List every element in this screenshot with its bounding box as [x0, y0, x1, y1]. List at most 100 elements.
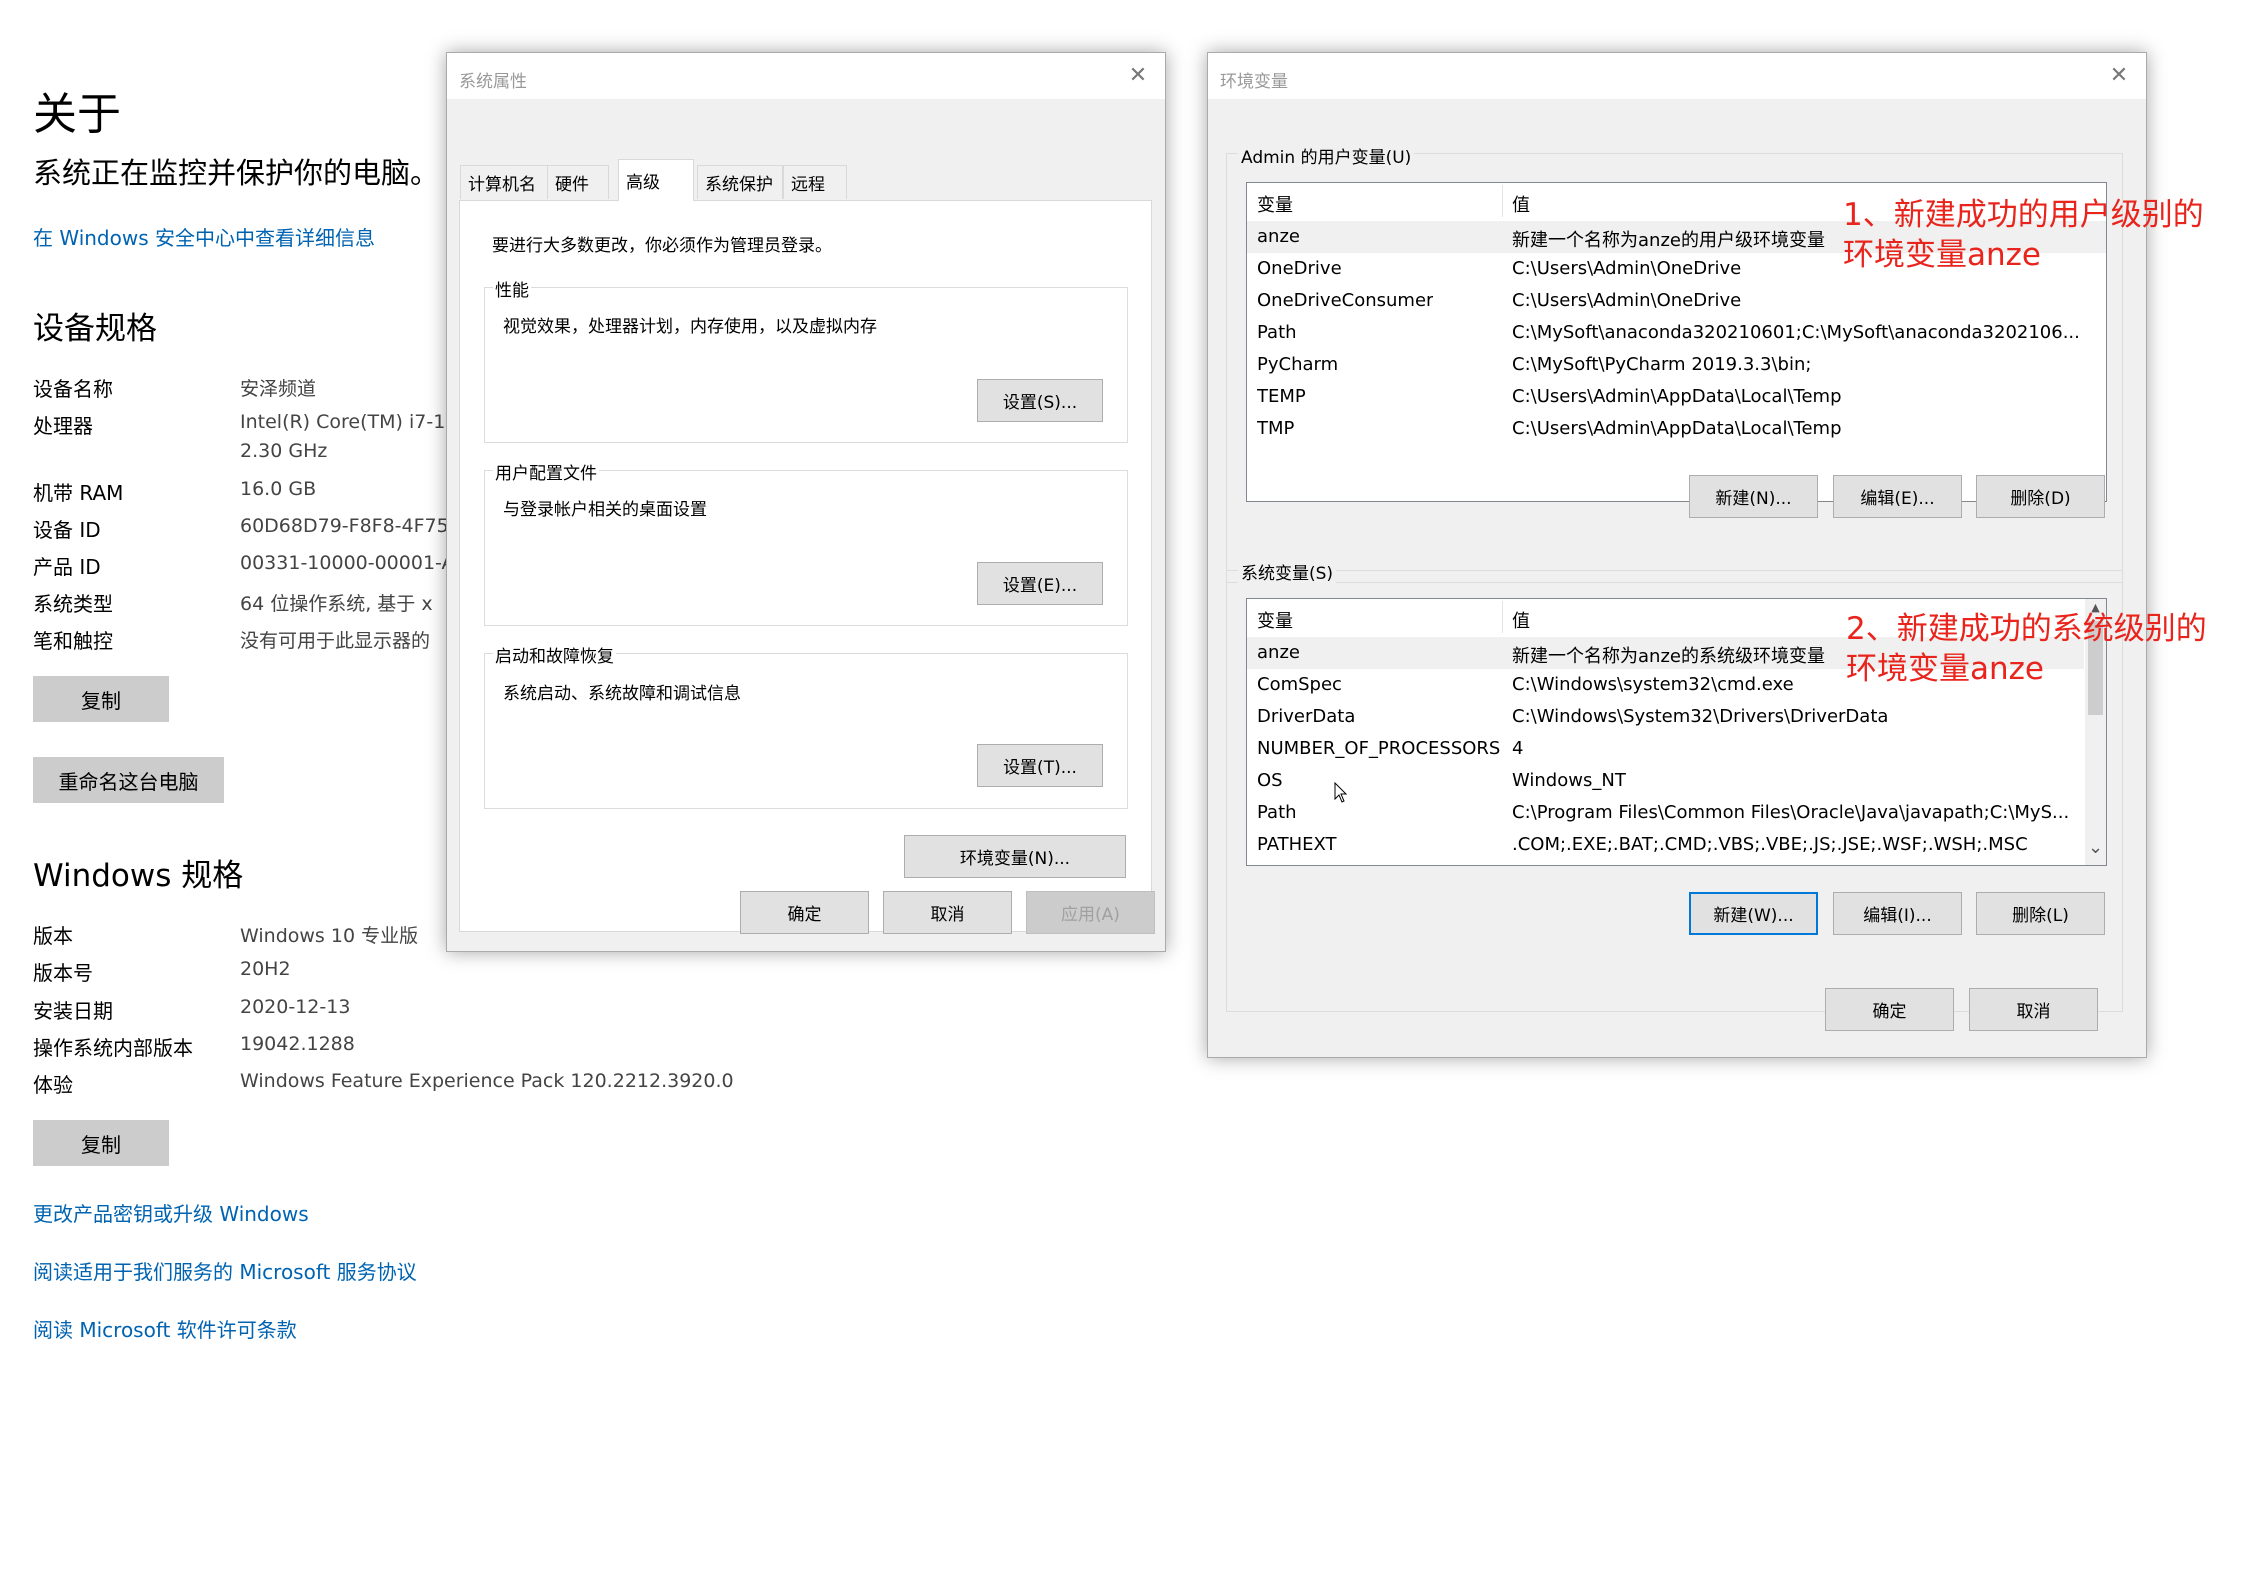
spec-value: 16.0 GB — [240, 478, 317, 500]
spec-value: Windows 10 专业版 — [240, 925, 419, 947]
variable-value: C:\MySoft\anaconda320210601;C:\MySoft\an… — [1512, 322, 2080, 343]
table-row[interactable]: TEMP C:\Users\Admin\AppData\Local\Temp — [1247, 381, 2106, 413]
variable-value: .COM;.EXE;.BAT;.CMD;.VBS;.VBE;.JS;.JSE;.… — [1512, 834, 2028, 855]
variable-value: C:\Users\Admin\AppData\Local\Temp — [1512, 386, 1842, 407]
spec-value: 20H2 — [240, 958, 291, 980]
table-row[interactable]: OS Windows_NT — [1247, 765, 2084, 797]
variable-name: NUMBER_OF_PROCESSORS — [1257, 738, 1501, 759]
system-variable-annotation-line1: 2、新建成功的系统级别的 — [1846, 611, 2207, 647]
group-description: 系统启动、系统故障和调试信息 — [503, 684, 741, 704]
startup-recovery-group: 启动和故障恢复 系统启动、系统故障和调试信息 设置(T)... — [484, 642, 1128, 809]
group-description: 与登录帐户相关的桌面设置 — [503, 500, 707, 520]
user-variables-title: Admin 的用户变量(U) — [1238, 143, 1415, 168]
cancel-button[interactable]: 取消 — [1969, 988, 2098, 1031]
variable-value: 新建一个名称为anze的系统级环境变量 — [1512, 646, 1825, 667]
spec-value: 00331-10000-00001-AA — [240, 552, 450, 574]
ok-button[interactable]: 确定 — [1825, 988, 1954, 1031]
variable-name: OS — [1257, 770, 1283, 791]
ok-button[interactable]: 确定 — [740, 891, 869, 934]
table-row[interactable]: DriverData C:\Windows\System32\Drivers\D… — [1247, 701, 2084, 733]
user-new-button[interactable]: 新建(N)... — [1689, 475, 1818, 518]
dialog-title: 环境变量 — [1220, 72, 1288, 92]
tab-advanced[interactable]: 高级 — [618, 159, 694, 201]
spec-label: 体验 — [33, 1073, 73, 1097]
variable-value: C:\Users\Admin\OneDrive — [1512, 258, 1742, 279]
variable-name: ComSpec — [1257, 674, 1342, 695]
tab-system-protection[interactable]: 系统保护 — [697, 165, 783, 199]
system-new-button[interactable]: 新建(W)... — [1689, 892, 1818, 935]
variable-value: 新建一个名称为anze的用户级环境变量 — [1512, 230, 1825, 251]
scroll-down-icon[interactable]: ⌄ — [2085, 839, 2106, 859]
license-terms-link[interactable]: 阅读 Microsoft 软件许可条款 — [33, 1314, 297, 1343]
table-row[interactable]: OneDriveConsumer C:\Users\Admin\OneDrive — [1247, 285, 2106, 317]
column-header-variable: 变量 — [1257, 611, 1293, 632]
device-spec-heading: 设备规格 — [33, 311, 157, 347]
table-row[interactable]: Path C:\MySoft\anaconda320210601;C:\MySo… — [1247, 317, 2106, 349]
spec-value: Windows Feature Experience Pack 120.2212… — [240, 1070, 734, 1092]
title-bar: 环境变量 ✕ — [1208, 53, 2146, 99]
admin-note: 要进行大多数更改，你必须作为管理员登录。 — [492, 236, 832, 256]
variable-name: Path — [1257, 802, 1297, 823]
spec-label: 操作系统内部版本 — [33, 1036, 193, 1060]
spec-label: 版本号 — [33, 961, 93, 985]
spec-label: 产品 ID — [33, 555, 101, 579]
environment-variables-button[interactable]: 环境变量(N)... — [904, 835, 1126, 878]
variable-value: C:\Windows\System32\Drivers\DriverData — [1512, 706, 1889, 727]
spec-value: 安泽频道 — [240, 378, 317, 400]
security-center-link[interactable]: 在 Windows 安全中心中查看详细信息 — [33, 222, 375, 251]
system-variable-annotation-line2: 环境变量anze — [1846, 651, 2044, 687]
table-row[interactable]: PATHEXT .COM;.EXE;.BAT;.CMD;.VBS;.VBE;.J… — [1247, 829, 2084, 861]
spec-value: 2020-12-13 — [240, 996, 351, 1018]
group-title: 用户配置文件 — [493, 459, 599, 484]
page-title: 关于 — [33, 89, 121, 140]
user-variable-annotation-line2: 环境变量anze — [1843, 237, 2041, 273]
user-variable-annotation-line1: 1、新建成功的用户级别的 — [1843, 197, 2204, 233]
startup-recovery-settings-button[interactable]: 设置(T)... — [977, 744, 1103, 787]
performance-settings-button[interactable]: 设置(S)... — [977, 379, 1103, 422]
copy-device-spec-button[interactable]: 复制 — [33, 676, 169, 722]
spec-label: 版本 — [33, 924, 73, 948]
user-delete-button[interactable]: 删除(D) — [1976, 475, 2105, 518]
tab-panel: 要进行大多数更改，你必须作为管理员登录。 性能 视觉效果，处理器计划，内存使用，… — [459, 200, 1152, 932]
table-row[interactable]: NUMBER_OF_PROCESSORS 4 — [1247, 733, 2084, 765]
cancel-button[interactable]: 取消 — [883, 891, 1012, 934]
group-title: 启动和故障恢复 — [493, 642, 616, 667]
apply-button[interactable]: 应用(A) — [1026, 891, 1155, 934]
table-row[interactable]: TMP C:\Users\Admin\AppData\Local\Temp — [1247, 413, 2106, 445]
variable-value: C:\Users\Admin\OneDrive — [1512, 290, 1742, 311]
performance-group: 性能 视觉效果，处理器计划，内存使用，以及虚拟内存 设置(S)... — [484, 276, 1128, 443]
system-variables-title: 系统变量(S) — [1238, 559, 1337, 584]
spec-label: 设备 ID — [33, 518, 101, 542]
spec-label: 安装日期 — [33, 999, 113, 1023]
variable-name: anze — [1257, 226, 1300, 247]
close-icon[interactable]: ✕ — [2106, 63, 2132, 89]
spec-label: 设备名称 — [33, 377, 113, 401]
user-edit-button[interactable]: 编辑(E)... — [1833, 475, 1962, 518]
user-profiles-settings-button[interactable]: 设置(E)... — [977, 562, 1103, 605]
spec-value: 60D68D79-F8F8-4F75- — [240, 515, 450, 537]
spec-label: 处理器 — [33, 414, 93, 438]
spec-label: 笔和触控 — [33, 629, 113, 653]
close-icon[interactable]: ✕ — [1125, 63, 1151, 89]
tab-hardware[interactable]: 硬件 — [547, 165, 609, 199]
title-bar: 系统属性 ✕ — [447, 53, 1165, 99]
system-delete-button[interactable]: 删除(L) — [1976, 892, 2105, 935]
variable-name: Path — [1257, 322, 1297, 343]
table-row[interactable]: Path C:\Program Files\Common Files\Oracl… — [1247, 797, 2084, 829]
system-edit-button[interactable]: 编辑(I)... — [1833, 892, 1962, 935]
tab-computer-name[interactable]: 计算机名 — [460, 165, 548, 199]
variable-value: C:\MySoft\PyCharm 2019.3.3\bin; — [1512, 354, 1812, 375]
product-key-link[interactable]: 更改产品密钥或升级 Windows — [33, 1198, 309, 1227]
variable-name: PATHEXT — [1257, 834, 1337, 855]
table-row[interactable]: PyCharm C:\MySoft\PyCharm 2019.3.3\bin; — [1247, 349, 2106, 381]
column-header-variable: 变量 — [1257, 195, 1293, 216]
group-title: 性能 — [493, 276, 531, 301]
tab-remote[interactable]: 远程 — [783, 165, 847, 199]
windows-spec-heading: Windows 规格 — [33, 858, 244, 894]
variable-value: 4 — [1512, 738, 1524, 759]
spec-value: 64 位操作系统, 基于 x — [240, 593, 433, 615]
rename-pc-button[interactable]: 重命名这台电脑 — [33, 757, 224, 803]
service-agreement-link[interactable]: 阅读适用于我们服务的 Microsoft 服务协议 — [33, 1256, 417, 1285]
user-profiles-group: 用户配置文件 与登录帐户相关的桌面设置 设置(E)... — [484, 459, 1128, 626]
copy-windows-spec-button[interactable]: 复制 — [33, 1120, 169, 1166]
